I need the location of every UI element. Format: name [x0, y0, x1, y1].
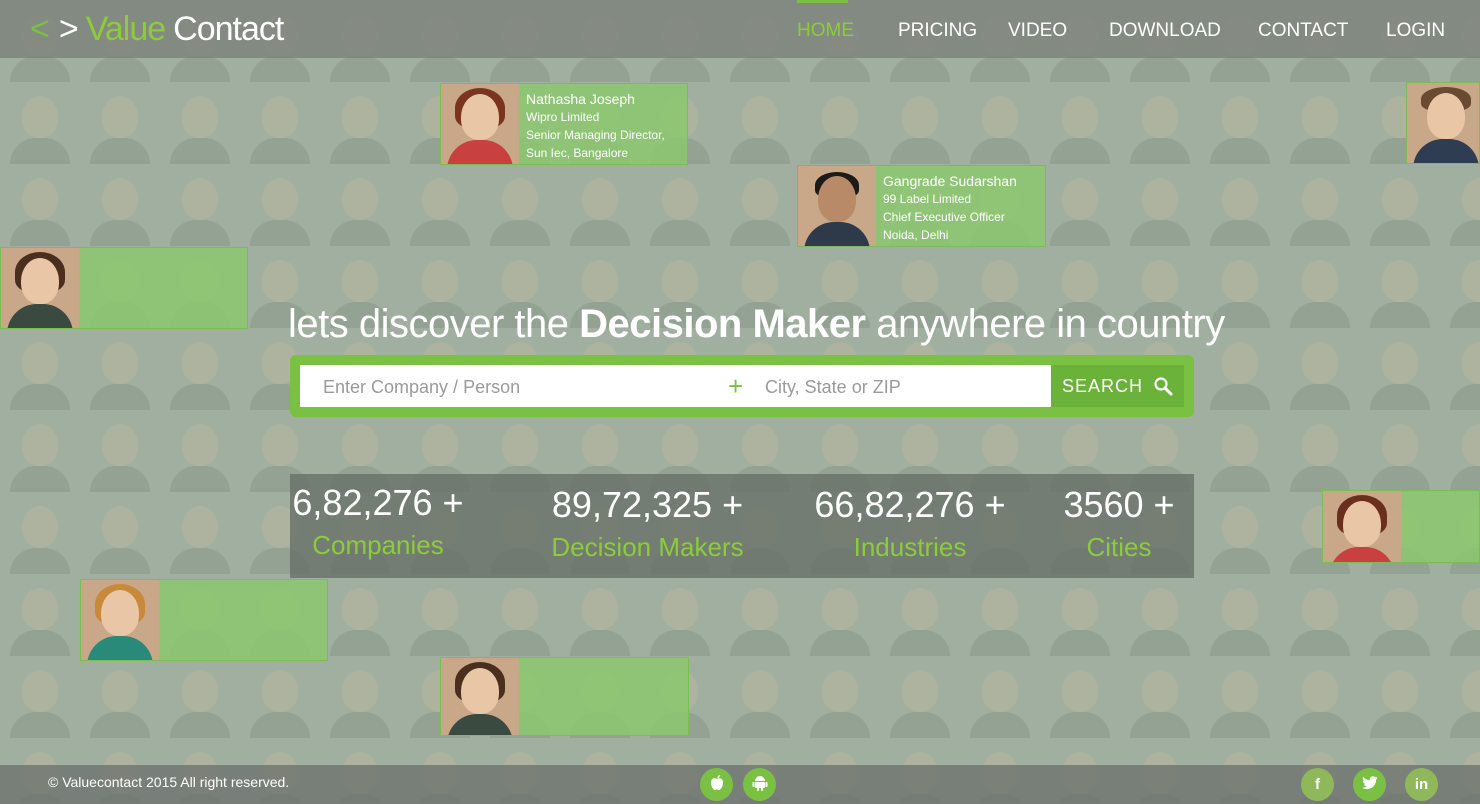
- linkedin-icon: in: [1414, 776, 1429, 793]
- person-title: Senior Managing Director,: [526, 128, 665, 142]
- person-location: Noida, Delhi: [883, 228, 949, 242]
- stats-panel: 6,82,276 + Companies 89,72,325 + Decisio…: [290, 474, 1194, 578]
- android-app-button[interactable]: [743, 768, 776, 801]
- nav-pricing[interactable]: PRICING: [898, 20, 977, 42]
- stat-industries: 66,82,276 + Industries: [810, 484, 1010, 563]
- stat-number: 89,72,325 +: [551, 484, 744, 525]
- twitter-icon: [1361, 775, 1378, 794]
- logo-word-value: Value: [85, 9, 166, 48]
- person-company: Wipro Limited: [526, 110, 600, 124]
- person-photo: [1, 248, 79, 328]
- stat-number: 6,82,276 +: [292, 482, 464, 523]
- nav-download[interactable]: DOWNLOAD: [1109, 20, 1221, 42]
- person-photo: [798, 166, 876, 246]
- top-navbar: < > Value Contact HOME PRICING VIDEO DOW…: [0, 0, 1480, 58]
- person-photo: [81, 580, 159, 660]
- person-name: Gangrade Sudarshan: [883, 173, 1017, 189]
- logo-left-chevron: <: [30, 9, 50, 48]
- logo-right-chevron: >: [58, 9, 79, 48]
- search-bar: + SEARCH: [290, 355, 1194, 417]
- twitter-button[interactable]: [1353, 768, 1386, 801]
- stat-number: 3560 +: [1063, 484, 1175, 525]
- search-input-box: +: [300, 365, 1051, 409]
- person-company: 99 Label Limited: [883, 192, 972, 206]
- search-button-label: SEARCH: [1061, 375, 1143, 396]
- stat-label: Industries: [853, 532, 967, 562]
- logo-word-contact: Contact: [173, 9, 284, 48]
- footer: © Valuecontact 2015 All right reserved. …: [0, 765, 1480, 804]
- search-button[interactable]: SEARCH: [1051, 365, 1184, 407]
- person-card-empty[interactable]: [80, 579, 328, 661]
- facebook-icon: f: [1315, 776, 1320, 793]
- stat-label: Cities: [1086, 532, 1152, 562]
- person-photo: [441, 84, 519, 164]
- apple-app-button[interactable]: [700, 768, 733, 801]
- person-photo: [1407, 83, 1479, 163]
- hero-title: lets discover the Decision Maker anywher…: [288, 302, 1225, 347]
- person-name: Nathasha Joseph: [526, 91, 635, 107]
- person-info: Nathasha Joseph Wipro Limited Senior Man…: [526, 90, 665, 162]
- plus-icon[interactable]: +: [728, 371, 743, 402]
- person-card-empty[interactable]: [1322, 490, 1480, 563]
- search-icon: [1153, 376, 1173, 396]
- location-input[interactable]: [763, 365, 1047, 409]
- nav-active-indicator: [797, 0, 848, 3]
- logo[interactable]: < > Value Contact: [30, 8, 284, 50]
- stat-number: 66,82,276 +: [814, 484, 1006, 525]
- person-photo: [441, 658, 519, 735]
- facebook-button[interactable]: f: [1301, 768, 1334, 801]
- person-card-nathasha[interactable]: Nathasha Joseph Wipro Limited Senior Man…: [440, 83, 688, 165]
- person-card-empty[interactable]: [0, 247, 248, 329]
- stat-decision-makers: 89,72,325 + Decision Makers: [545, 484, 750, 563]
- stat-label: Decision Makers: [551, 532, 744, 562]
- hero-title-post: anywhere in country: [865, 302, 1225, 346]
- company-person-input[interactable]: [321, 365, 725, 409]
- nav-login[interactable]: LOGIN: [1386, 20, 1445, 42]
- apple-icon: [709, 774, 725, 796]
- person-card-empty[interactable]: [1406, 82, 1480, 164]
- android-icon: [752, 774, 768, 796]
- hero-title-bold: Decision Maker: [579, 302, 866, 346]
- hero-title-pre: lets discover the: [288, 302, 580, 346]
- stat-cities: 3560 + Cities: [1056, 484, 1182, 563]
- copyright-text: © Valuecontact 2015 All right reserved.: [48, 774, 290, 790]
- person-location: Sun Iec, Bangalore: [526, 146, 629, 160]
- stat-label: Companies: [312, 530, 444, 560]
- stat-companies: 6,82,276 + Companies: [290, 482, 466, 561]
- nav-video[interactable]: VIDEO: [1008, 20, 1067, 42]
- person-photo: [1323, 491, 1401, 562]
- person-card-gangrade[interactable]: Gangrade Sudarshan 99 Label Limited Chie…: [797, 165, 1046, 247]
- person-card-empty[interactable]: [440, 657, 689, 736]
- linkedin-button[interactable]: in: [1405, 768, 1438, 801]
- nav-contact[interactable]: CONTACT: [1258, 20, 1348, 42]
- nav-home[interactable]: HOME: [797, 20, 854, 42]
- person-info: Gangrade Sudarshan 99 Label Limited Chie…: [883, 172, 1017, 244]
- person-title: Chief Executive Officer: [883, 210, 1005, 224]
